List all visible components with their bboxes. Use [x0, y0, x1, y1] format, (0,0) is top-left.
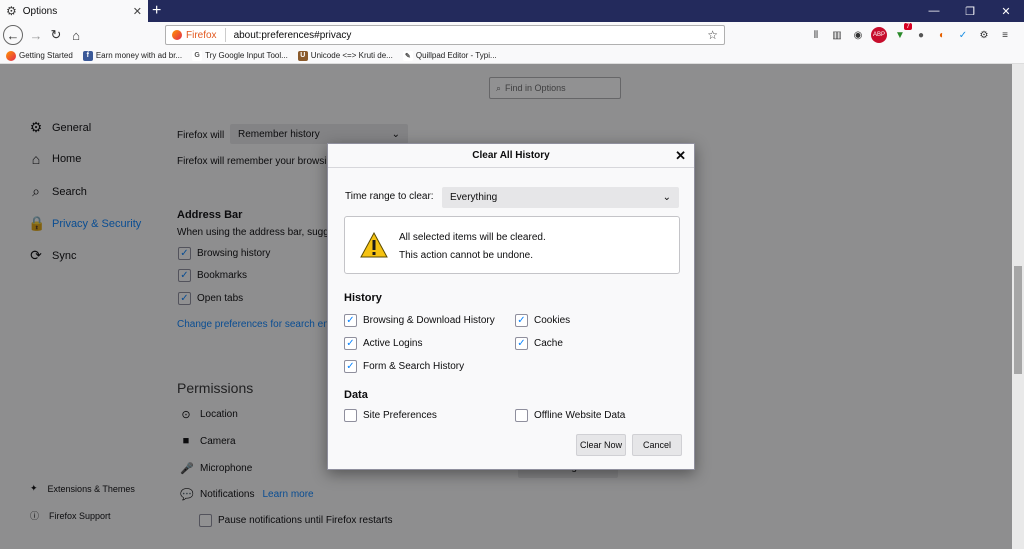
download-badge-icon[interactable]: ▼ 7: [892, 23, 912, 43]
history-item-label: Active Logins: [363, 338, 423, 349]
home-button[interactable]: ⌂: [66, 25, 86, 45]
bookmark-item[interactable]: U Unicode <=> Kruti de...: [297, 50, 393, 61]
adblock-icon[interactable]: ABP: [871, 27, 887, 43]
bookmark-label: Getting Started: [19, 51, 73, 60]
restore-button[interactable]: ❐: [952, 0, 988, 22]
reload-icon: ↻: [50, 27, 62, 42]
tab-options[interactable]: ⚙ Options ✕: [0, 0, 148, 22]
bookmark-label: Try Google Input Tool...: [205, 51, 288, 60]
toolbar-icons: ⫴ ▥ ◉ ABP ▼ 7 ● ◐ ✓ ⚙ ≡: [808, 23, 1013, 43]
checkbox-box[interactable]: ✓: [344, 360, 357, 373]
identity-label: Firefox: [186, 29, 217, 41]
data-item-checkbox[interactable]: Site Preferences: [344, 409, 437, 422]
data-item-checkbox[interactable]: Offline Website Data: [515, 409, 625, 422]
checkbox-box[interactable]: [515, 409, 528, 422]
firefox-icon: [6, 50, 16, 61]
bookmark-item[interactable]: f Earn money with ad br...: [82, 50, 183, 61]
data-item-label: Offline Website Data: [534, 410, 626, 421]
sidebar-icon[interactable]: ▥: [829, 27, 845, 43]
firefox-icon: [172, 30, 182, 40]
scrollbar[interactable]: [1012, 64, 1024, 549]
time-range-value: Everything: [450, 192, 498, 203]
navigation-toolbar: ← → ↻ ⌂ Firefox about:preferences#privac…: [0, 22, 1024, 48]
close-tab-icon[interactable]: ✕: [133, 5, 142, 18]
history-item-checkbox[interactable]: ✓ Browsing & Download History: [344, 314, 495, 327]
data-heading: Data: [344, 389, 368, 401]
gear-icon: ⚙: [6, 4, 17, 18]
facebook-icon: f: [82, 50, 93, 61]
reload-button[interactable]: ↻: [46, 25, 66, 45]
clear-history-dialog: Clear All History ✕ Time range to clear:…: [327, 143, 695, 470]
home-icon: ⌂: [72, 27, 80, 43]
forward-button[interactable]: →: [26, 25, 46, 45]
bookmarks-toolbar: Getting Started f Earn money with ad br...…: [0, 48, 1024, 64]
warning-line-2: This action cannot be undone.: [399, 250, 533, 261]
identity-box[interactable]: Firefox: [172, 28, 226, 42]
extension-check-icon[interactable]: ✓: [955, 27, 971, 43]
google-icon: G: [192, 50, 203, 61]
bookmark-label: Unicode <=> Kruti de...: [310, 51, 393, 60]
time-range-select[interactable]: Everything ⌄: [442, 187, 679, 208]
extension-orange-icon[interactable]: ◐: [934, 27, 950, 43]
history-heading: History: [344, 292, 382, 304]
bookmark-star-icon[interactable]: ☆: [707, 28, 718, 42]
cancel-button[interactable]: Cancel: [632, 434, 682, 456]
bookmark-item[interactable]: ✎ Quillpad Editor - Typi...: [402, 50, 497, 61]
clear-now-button[interactable]: Clear Now: [576, 434, 626, 456]
history-item-checkbox[interactable]: ✓ Active Logins: [344, 337, 422, 350]
warning-line-1: All selected items will be cleared.: [399, 232, 546, 243]
bookmark-label: Quillpad Editor - Typi...: [415, 51, 497, 60]
arrow-right-icon: →: [29, 27, 43, 43]
checkbox-box[interactable]: ✓: [515, 314, 528, 327]
dialog-title: Clear All History: [328, 144, 694, 168]
warning-icon: [360, 232, 388, 258]
close-window-button[interactable]: ✕: [988, 0, 1024, 22]
back-button[interactable]: ←: [3, 25, 23, 45]
new-tab-button[interactable]: +: [152, 1, 161, 21]
arrow-left-icon: ←: [6, 27, 20, 43]
time-range-label: Time range to clear:: [345, 191, 434, 202]
checkbox-box[interactable]: ✓: [344, 314, 357, 327]
warning-box: All selected items will be cleared. This…: [344, 216, 680, 274]
data-item-label: Site Preferences: [363, 410, 437, 421]
tab-title: Options: [22, 5, 58, 17]
history-item-label: Form & Search History: [363, 361, 465, 372]
history-item-checkbox[interactable]: ✓ Cookies: [515, 314, 570, 327]
minimize-button[interactable]: —: [916, 0, 952, 22]
history-item-label: Browsing & Download History: [363, 315, 495, 326]
extension-dark-icon[interactable]: ●: [913, 27, 929, 43]
scrollbar-thumb[interactable]: [1014, 266, 1022, 374]
checkbox-box[interactable]: [344, 409, 357, 422]
title-bar: ⚙ Options ✕ + — ❐ ✕: [0, 0, 1024, 22]
bookmark-label: Earn money with ad br...: [95, 51, 183, 60]
bookmark-item[interactable]: Getting Started: [6, 50, 73, 61]
extension-gears-icon[interactable]: ⚙: [976, 27, 992, 43]
download-count-badge: 7: [904, 23, 912, 30]
history-item-label: Cookies: [534, 315, 571, 326]
history-item-checkbox[interactable]: ✓ Cache: [515, 337, 563, 350]
url-bar[interactable]: Firefox about:preferences#privacy ☆: [165, 25, 725, 45]
url-text[interactable]: about:preferences#privacy: [234, 30, 708, 41]
library-icon[interactable]: ⫴: [808, 27, 824, 43]
dialog-close-icon[interactable]: ✕: [675, 148, 686, 164]
bookmark-item[interactable]: G Try Google Input Tool...: [192, 50, 288, 61]
checkbox-box[interactable]: ✓: [344, 337, 357, 350]
history-item-checkbox[interactable]: ✓ Form & Search History: [344, 360, 464, 373]
quill-icon: ✎: [402, 50, 413, 61]
unicode-icon: U: [297, 50, 308, 61]
history-item-label: Cache: [534, 338, 563, 349]
account-icon[interactable]: ◉: [850, 27, 866, 43]
checkbox-box[interactable]: ✓: [515, 337, 528, 350]
menu-icon[interactable]: ≡: [997, 27, 1013, 43]
chevron-down-icon: ⌄: [662, 192, 671, 203]
